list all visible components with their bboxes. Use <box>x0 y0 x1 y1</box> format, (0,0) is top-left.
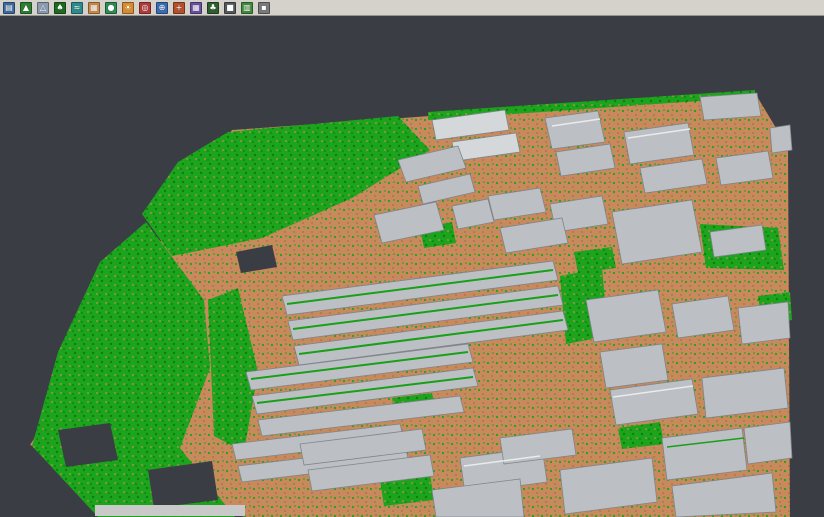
building-roof <box>744 422 792 464</box>
data-hole <box>58 423 118 467</box>
building-roof <box>738 302 790 344</box>
chart-icon[interactable]: ▥ <box>241 2 253 14</box>
building-roof <box>770 125 792 153</box>
printer-icon[interactable]: ■ <box>224 2 236 14</box>
toolbar: ▤ ▲ △ ♠ ≈ ▦ ● ☀ ◎ ⊕ + ▦ ♣ ■ ▥ ▪ <box>0 0 824 16</box>
forest-icon[interactable]: ♣ <box>207 2 219 14</box>
building-roof <box>672 296 734 338</box>
bottom-ui-strip <box>95 505 245 516</box>
expand-icon[interactable]: + <box>173 2 185 14</box>
terrain-icon[interactable]: ▲ <box>20 2 32 14</box>
globe-icon[interactable]: ● <box>105 2 117 14</box>
water-icon[interactable]: ≈ <box>71 2 83 14</box>
building-roof <box>600 344 668 388</box>
target-icon[interactable]: ⊕ <box>156 2 168 14</box>
mountain-icon[interactable]: △ <box>37 2 49 14</box>
tree-icon[interactable]: ♠ <box>54 2 66 14</box>
scene-svg <box>0 17 824 517</box>
ground-icon[interactable]: ▦ <box>88 2 100 14</box>
viewport-3d[interactable] <box>0 17 824 517</box>
building-roof <box>700 93 761 120</box>
grid-icon[interactable]: ▦ <box>190 2 202 14</box>
save-icon[interactable]: ▪ <box>258 2 270 14</box>
record-icon[interactable]: ◎ <box>139 2 151 14</box>
building-roof <box>612 200 702 264</box>
building-roof <box>545 111 605 149</box>
sun-icon[interactable]: ☀ <box>122 2 134 14</box>
layers-icon[interactable]: ▤ <box>3 2 15 14</box>
